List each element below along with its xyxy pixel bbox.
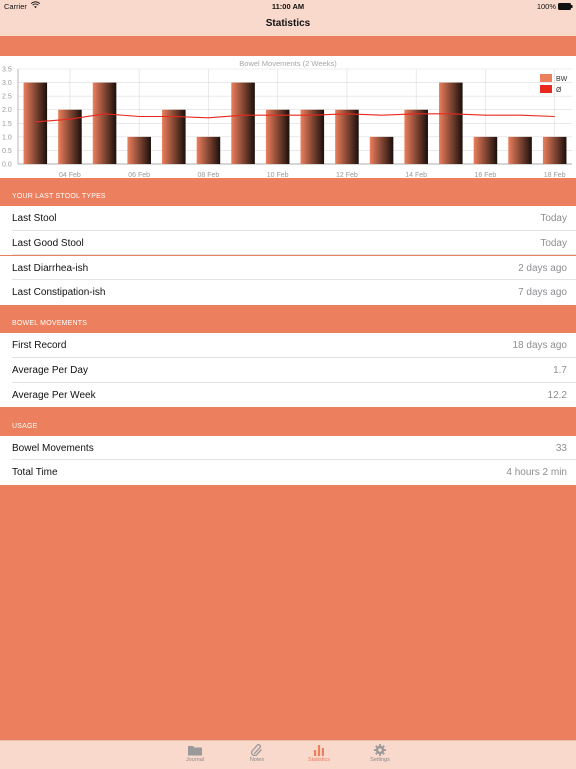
tab-bar: Journal Notes Statistics Settings (0, 740, 576, 769)
bar (127, 136, 151, 164)
legend-label-bw: BW (556, 76, 568, 83)
stat-row: Average Per Day 1.7 (0, 358, 576, 383)
y-tick-label: 2.5 (2, 94, 12, 101)
stat-row: Bowel Movements 33 (0, 435, 576, 461)
status-bar: Carrier 11:00 AM 100% (0, 0, 576, 12)
chart-title: Bowel Movements (2 Weeks) (239, 59, 337, 68)
page-title: Statistics (265, 18, 311, 29)
stat-value: Today (540, 237, 567, 249)
stat-row: Total Time 4 hours 2 min (0, 460, 576, 485)
y-tick-label: 3.0 (2, 80, 12, 87)
stat-row: Average Per Week 12.2 (0, 382, 576, 408)
bar (300, 109, 325, 164)
legend-label-avg: Ø (556, 87, 562, 94)
tab-statistics-label: Statistics (307, 757, 330, 763)
chart-top-band (0, 36, 576, 56)
y-tick-label: 1.0 (2, 134, 12, 141)
tab-notes-label: Notes (249, 757, 265, 763)
stat-value: 33 (555, 442, 567, 454)
bar (23, 82, 48, 164)
stat-row: Last Constipation-ish 7 days ago (0, 280, 576, 305)
stat-label: Average Per Day (12, 365, 88, 376)
y-tick-label: 2.0 (2, 107, 12, 114)
gear-icon (374, 744, 386, 756)
bar (265, 109, 290, 164)
section-header-label: BOWEL MOVEMENTS (12, 320, 88, 328)
y-tick-label: 3.5 (2, 67, 12, 74)
clock-time: 11:00 AM (271, 2, 305, 11)
battery-icon (558, 3, 573, 12)
bar (162, 109, 186, 164)
stat-label: Last Good Stool (12, 237, 84, 249)
tab-notes[interactable]: Notes (237, 744, 277, 763)
bar-chart-icon (314, 745, 324, 756)
stat-row: Last Good Stool Today (0, 230, 576, 256)
section-header: YOUR LAST STOOL TYPES (0, 178, 576, 205)
y-tick-label: 0.5 (2, 148, 12, 155)
bar (508, 136, 532, 164)
legend-swatch-avg (540, 85, 552, 93)
stat-label: Last Stool (12, 213, 57, 224)
stat-label: Last Diarrhea-ish (12, 262, 89, 274)
tab-statistics[interactable]: Statistics (299, 744, 339, 763)
y-tick-label: 0.0 (2, 162, 12, 169)
stat-value: Today (540, 213, 567, 224)
navigation-bar: Statistics (0, 12, 576, 36)
stat-row: Last Stool Today (0, 206, 576, 231)
tab-journal-label: Journal (185, 757, 205, 763)
stat-label: Total Time (12, 467, 58, 479)
stat-label: First Record (12, 340, 67, 352)
bar (196, 136, 221, 164)
chart-container: Bowel Movements (2 Weeks) 0.0 0.5 1.0 1.5 2.0… (0, 56, 576, 179)
y-tick-label: 1.5 (2, 121, 12, 128)
bowel-movements-chart: Bowel Movements (2 Weeks) 0.0 0.5 1.0 1.5 2.0… (2, 59, 572, 179)
bar (335, 109, 359, 164)
stat-label: Bowel Movements (12, 442, 94, 454)
tab-settings-label: Settings (370, 757, 390, 763)
stat-value: 7 days ago (518, 287, 567, 299)
bar (404, 109, 428, 164)
paperclip-icon (250, 744, 262, 756)
section-header-label: USAGE (12, 422, 38, 430)
battery-percent: 100% (536, 2, 556, 11)
bar (231, 82, 255, 164)
tab-journal[interactable]: Journal (175, 744, 215, 763)
folder-icon (188, 746, 202, 756)
legend-swatch-bw (540, 74, 552, 82)
section-header: BOWEL MOVEMENTS (0, 305, 576, 333)
bar (542, 136, 567, 164)
bar (439, 82, 463, 164)
section-header: USAGE (0, 407, 576, 435)
stat-row: Last Diarrhea-ish 2 days ago (0, 255, 576, 281)
stat-value: 12.2 (547, 389, 567, 401)
bar (473, 136, 498, 164)
tab-settings[interactable]: Settings (360, 744, 400, 763)
bar (369, 136, 394, 164)
stat-row: First Record 18 days ago (0, 333, 576, 358)
stat-label: Average Per Week (12, 389, 96, 401)
stat-value: 4 hours 2 min (506, 467, 567, 479)
stat-label: Last Constipation-ish (12, 287, 106, 299)
stat-value: 2 days ago (518, 262, 567, 274)
stat-value: 1.7 (553, 365, 567, 376)
section-header-label: YOUR LAST STOOL TYPES (12, 193, 106, 200)
stat-value: 18 days ago (512, 340, 568, 352)
bar (92, 82, 117, 164)
